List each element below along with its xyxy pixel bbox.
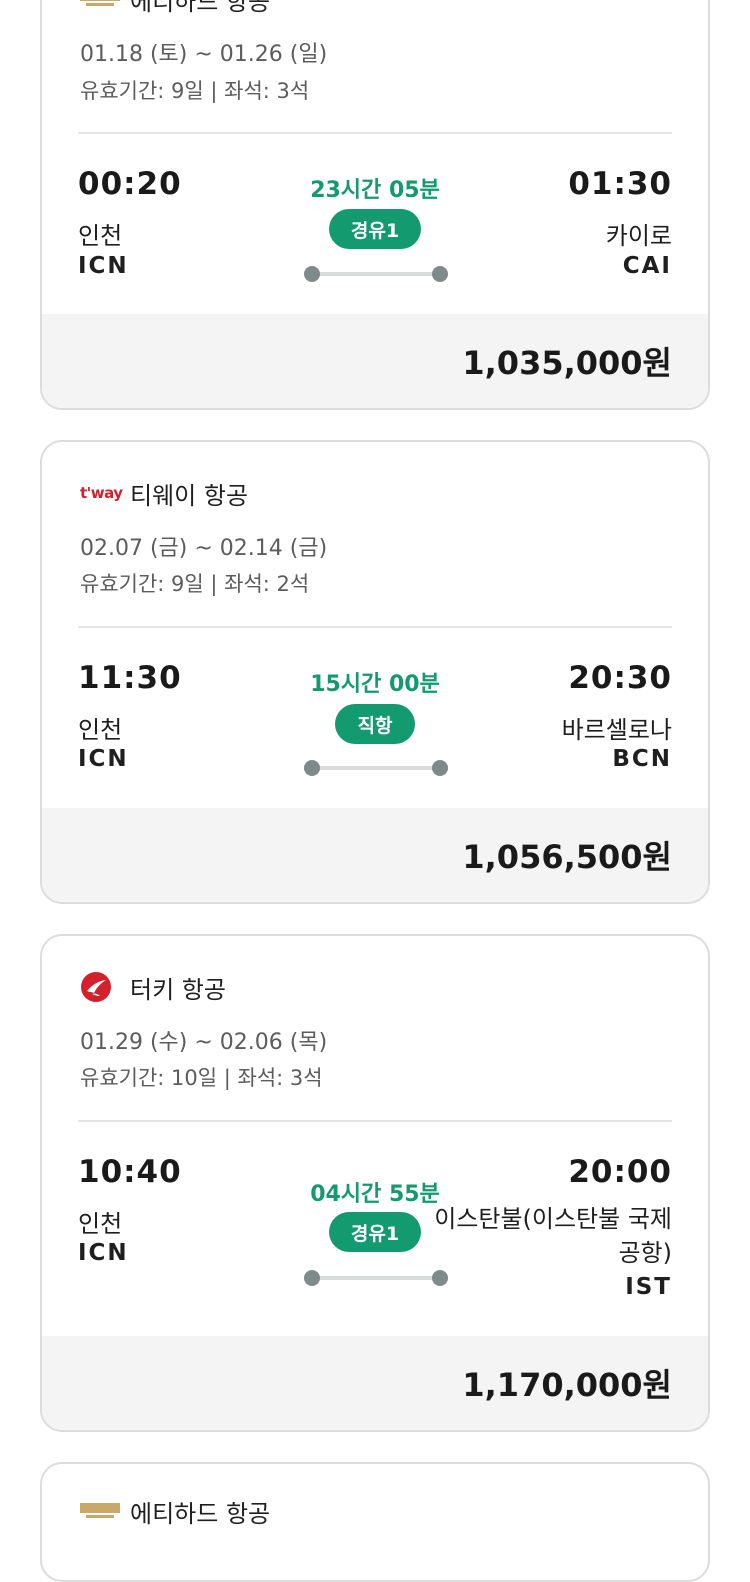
- trip-dates: 01.18 (토) ~ 01.26 (일): [80, 42, 328, 67]
- arrival-code: CAI: [622, 253, 672, 279]
- airline-name: 에티하드 항공: [130, 0, 271, 16]
- price-bar: 1,056,500원: [42, 808, 708, 902]
- tway-logo: t'way: [80, 476, 123, 510]
- arrival-time: 01:30: [568, 166, 672, 202]
- price: 1,170,000원: [462, 1366, 672, 1404]
- etihad-logo: [80, 0, 120, 16]
- trip-dates: 02.07 (금) ~ 02.14 (금): [80, 536, 328, 561]
- departure-city: 인천: [78, 1210, 123, 1238]
- arrival-city: 카이로: [605, 222, 672, 250]
- price: 1,056,500원: [462, 838, 672, 876]
- validity-seats: 유효기간: 10일 | 좌석: 3석: [80, 1066, 323, 1090]
- divider: [78, 132, 672, 134]
- validity-seats: 유효기간: 9일 | 좌석: 2석: [80, 572, 310, 596]
- stop-badge: 경유1: [329, 209, 421, 249]
- origin-dot: [304, 760, 320, 776]
- price-bar: 1,170,000원: [42, 1336, 708, 1430]
- divider: [78, 1120, 672, 1122]
- route-line: [304, 266, 448, 282]
- trip-dates: 01.29 (수) ~ 02.06 (목): [80, 1030, 328, 1055]
- turkish-airlines-logo: [80, 970, 120, 1004]
- arrival-time: 20:00: [568, 1154, 672, 1190]
- arrival-city: 이스탄불(이스탄불 국제공항): [434, 1205, 672, 1267]
- origin-dot: [304, 266, 320, 282]
- tway-logo-text: t'way: [80, 484, 123, 502]
- departure-code: ICN: [78, 1240, 129, 1266]
- etihad-logo: [80, 1494, 120, 1528]
- airline-name: 에티하드 항공: [130, 1499, 271, 1528]
- arrival-city: 바르셀로나: [561, 716, 672, 744]
- airline-row: 터키 항공: [80, 970, 226, 1004]
- departure-code: ICN: [78, 253, 129, 279]
- validity-seats: 유효기간: 9일 | 좌석: 3석: [80, 79, 310, 103]
- departure-city: 인천: [78, 222, 123, 250]
- stop-badge: 경유1: [329, 1212, 421, 1252]
- airline-row: t'way 티웨이 항공: [80, 476, 248, 510]
- departure-code: ICN: [78, 746, 129, 772]
- airline-name: 터키 항공: [130, 975, 226, 1004]
- destination-dot: [432, 760, 448, 776]
- destination-dot: [432, 1270, 448, 1286]
- airline-row: 에티하드 항공: [80, 0, 270, 16]
- airline-name: 티웨이 항공: [130, 481, 249, 510]
- destination-dot: [432, 266, 448, 282]
- flight-card[interactable]: 터키 항공 01.29 (수) ~ 02.06 (목) 유효기간: 10일 | …: [40, 934, 710, 1432]
- arrival-time: 20:30: [568, 660, 672, 696]
- flight-card[interactable]: t'way 티웨이 항공 02.07 (금) ~ 02.14 (금) 유효기간:…: [40, 440, 710, 904]
- departure-city: 인천: [78, 716, 123, 744]
- airline-row: 에티하드 항공: [80, 1494, 270, 1528]
- price: 1,035,000원: [462, 344, 672, 382]
- stop-badge: 직항: [335, 704, 415, 744]
- flight-card[interactable]: 에티하드 항공 01.18 (토) ~ 01.26 (일) 유효기간: 9일 |…: [40, 0, 710, 410]
- price-bar: 1,035,000원: [42, 314, 708, 408]
- arrival-code: BCN: [612, 746, 672, 772]
- flight-card[interactable]: 에티하드 항공: [40, 1462, 710, 1582]
- route-line: [304, 1270, 448, 1286]
- divider: [78, 626, 672, 628]
- origin-dot: [304, 1270, 320, 1286]
- route-line: [304, 760, 448, 776]
- arrival-code: IST: [625, 1274, 672, 1300]
